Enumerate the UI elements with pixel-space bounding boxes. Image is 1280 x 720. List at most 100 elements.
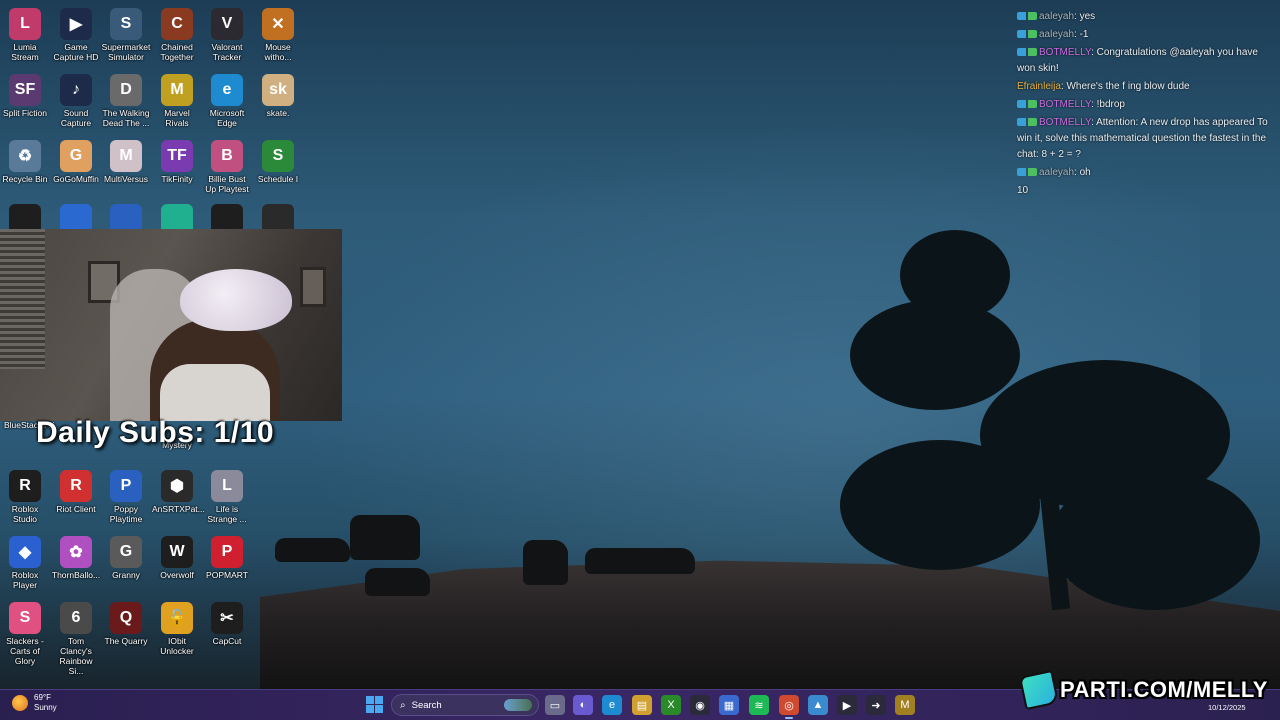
desktop-icon-recycle-bin[interactable]: ♻ Recycle Bin <box>0 136 50 184</box>
desktop-icon-poppy-playtime[interactable]: P Poppy Playtime <box>101 466 151 524</box>
chat-username[interactable]: aaleyah <box>1039 167 1074 178</box>
taskbar-weather-widget[interactable]: 69°F Sunny <box>12 693 57 713</box>
arrow-app-icon[interactable]: ➜ <box>866 695 886 715</box>
desktop-icon-slackers[interactable]: S Slackers - Carts of Glory <box>0 598 50 666</box>
edge-taskbar-icon[interactable]: e <box>602 695 622 715</box>
desktop-icon-walking-dead[interactable]: D The Walking Dead The ... <box>101 70 151 128</box>
desktop-icon-label: Chained Together <box>160 42 194 62</box>
desktop-icon-billie-bust-up[interactable]: B Billie Bust Up Playtest <box>202 136 252 194</box>
webcam-streamer-shirt <box>160 364 270 421</box>
task-view-icon[interactable]: ▭ <box>545 695 565 715</box>
multiversus-icon: M <box>110 140 142 172</box>
desktop-icon-sound-capture[interactable]: ♪ Sound Capture <box>51 70 101 128</box>
search-highlight-art <box>504 699 532 711</box>
chat-username[interactable]: Efrainleija <box>1017 81 1061 92</box>
desktop-icon-life-is-strange[interactable]: L Life is Strange ... <box>202 466 252 524</box>
life-is-strange-icon: L <box>211 470 243 502</box>
desktop-icon-label: The Walking Dead The ... <box>102 108 150 128</box>
desktop-icon-label: Slackers - Carts of Glory <box>6 636 44 666</box>
desktop-icon-schedule-one[interactable]: S Schedule I <box>253 136 303 184</box>
chat-message-text: : !bdrop <box>1091 99 1125 110</box>
media-player-icon[interactable]: ▶ <box>837 695 857 715</box>
marvel-rivals-icon: M <box>161 74 193 106</box>
desktop-icon-chained-together[interactable]: C Chained Together <box>152 4 202 62</box>
wallpaper-cow <box>523 540 568 585</box>
spotify-icon[interactable]: ≋ <box>749 695 769 715</box>
schedule-one-icon: S <box>262 140 294 172</box>
file-explorer-icon[interactable]: ▤ <box>632 695 652 715</box>
desktop-icon-mouse-without-borders[interactable]: ✕ Mouse witho... <box>253 4 303 62</box>
webcam-streamer-bonnet <box>180 269 292 331</box>
desktop-icon-thornballoon[interactable]: ✿ ThornBallo... <box>51 532 101 580</box>
desktop-icon-capcut[interactable]: ✂ CapCut <box>202 598 252 646</box>
marvel-rivals-taskbar-icon[interactable]: M <box>895 695 915 715</box>
desktop-icon-label: Sound Capture <box>60 108 92 128</box>
search-icon: ⌕ <box>400 699 406 711</box>
desktop-icon-roblox-studio[interactable]: R Roblox Studio <box>0 466 50 524</box>
game-capture-taskbar-icon[interactable]: ◉ <box>690 695 710 715</box>
wallpaper-cow <box>585 548 695 574</box>
billie-bust-up-icon: B <box>211 140 243 172</box>
chat-message-text: : -1 <box>1074 29 1089 40</box>
start-button[interactable] <box>366 696 383 713</box>
desktop-icon-label: MultiVersus <box>104 174 148 184</box>
desktop-icon-rainbow-six[interactable]: 6 Tom Clancy's Rainbow Si... <box>51 598 101 676</box>
desktop-icon-label: Split Fiction <box>3 108 47 118</box>
copilot-icon[interactable]: ◐ <box>573 695 593 715</box>
walking-dead-icon: D <box>110 74 142 106</box>
desktop-icon-the-quarry[interactable]: Q The Quarry <box>101 598 151 646</box>
desktop-icon-overwolf[interactable]: W Overwolf <box>152 532 202 580</box>
valorant-tracker-icon: V <box>211 8 243 40</box>
supermarket-simulator-icon: S <box>110 8 142 40</box>
desktop-icon-roblox-player[interactable]: ◆ Roblox Player <box>0 532 50 590</box>
chat-username[interactable]: BOTMELLY <box>1039 99 1091 110</box>
desktop-icon-gogomuffin[interactable]: G GoGoMuffin <box>51 136 101 184</box>
desktop-icon-iobit-unlocker[interactable]: 🔓 IObit Unlocker <box>152 598 202 656</box>
desktop-icon-skate[interactable]: sk skate. <box>253 70 303 118</box>
chat-badge-icon <box>1017 100 1037 109</box>
chat-badge-icon <box>1017 118 1037 127</box>
mouse-without-borders-icon: ✕ <box>262 8 294 40</box>
desktop-icon-popmart[interactable]: P POPMART <box>202 532 252 580</box>
desktop-icon-marvel-rivals[interactable]: M Marvel Rivals <box>152 70 202 128</box>
desktop-icon-supermarket-simulator[interactable]: S Supermarket Simulator <box>101 4 151 62</box>
desktop-icon-label: Microsoft Edge <box>209 108 245 128</box>
desktop-icon-riot-client[interactable]: R Riot Client <box>51 466 101 514</box>
the-quarry-icon: Q <box>110 602 142 634</box>
chat-username[interactable]: aaleyah <box>1039 11 1074 22</box>
chat-message: aaleyah: yes <box>1012 8 1280 26</box>
chat-badge-icon <box>1017 30 1037 39</box>
roblox-studio-icon: R <box>9 470 41 502</box>
chat-username[interactable]: aaleyah <box>1039 29 1074 40</box>
slackers-icon: S <box>9 602 41 634</box>
desktop-icon-lumia-stream[interactable]: L Lumia Stream <box>0 4 50 62</box>
gogomuffin-icon: G <box>60 140 92 172</box>
desktop-icon-split-fiction[interactable]: SF Split Fiction <box>0 70 50 118</box>
desktop-icon-edge[interactable]: e Microsoft Edge <box>202 70 252 128</box>
chat-username[interactable]: BOTMELLY <box>1039 117 1091 128</box>
desktop-icon-label: Roblox Studio <box>11 504 39 524</box>
chat-username[interactable]: BOTMELLY <box>1039 47 1091 58</box>
photos-icon[interactable]: ▲ <box>808 695 828 715</box>
iobit-unlocker-icon: 🔓 <box>161 602 193 634</box>
desktop-icon-ansrtx[interactable]: ⬢ AnSRTXPat... <box>152 466 205 514</box>
desktop-icon-tikfinity[interactable]: TF TikFinity <box>152 136 202 184</box>
microsoft-store-icon[interactable]: ▦ <box>719 695 739 715</box>
desktop-icon-label: ThornBallo... <box>51 570 101 580</box>
riot-client-icon: R <box>60 470 92 502</box>
taskbar-search-box[interactable]: ⌕ Search <box>391 694 539 716</box>
desktop-icon-label: Riot Client <box>56 504 96 514</box>
daily-subs-counter: Daily Subs: 1/10 <box>36 416 275 449</box>
chrome-icon[interactable]: ◎ <box>779 695 799 719</box>
desktop-icon-label: Billie Bust Up Playtest <box>205 174 249 194</box>
desktop-icon-game-capture[interactable]: ▶ Game Capture HD <box>51 4 101 62</box>
desktop-icon-label: skate. <box>266 108 290 118</box>
chat-message: Efrainleija: Where's the f ing blow dude <box>1012 78 1280 96</box>
desktop-icon-label: Game Capture HD <box>53 42 99 62</box>
xbox-icon[interactable]: X <box>661 695 681 715</box>
desktop-icon-valorant-tracker[interactable]: V Valorant Tracker <box>202 4 252 62</box>
chat-message: aaleyah: -1 <box>1012 26 1280 44</box>
wallpaper-tree-canopy <box>840 440 1040 570</box>
desktop-icon-multiversus[interactable]: M MultiVersus <box>101 136 151 184</box>
desktop-icon-granny[interactable]: G Granny <box>101 532 151 580</box>
